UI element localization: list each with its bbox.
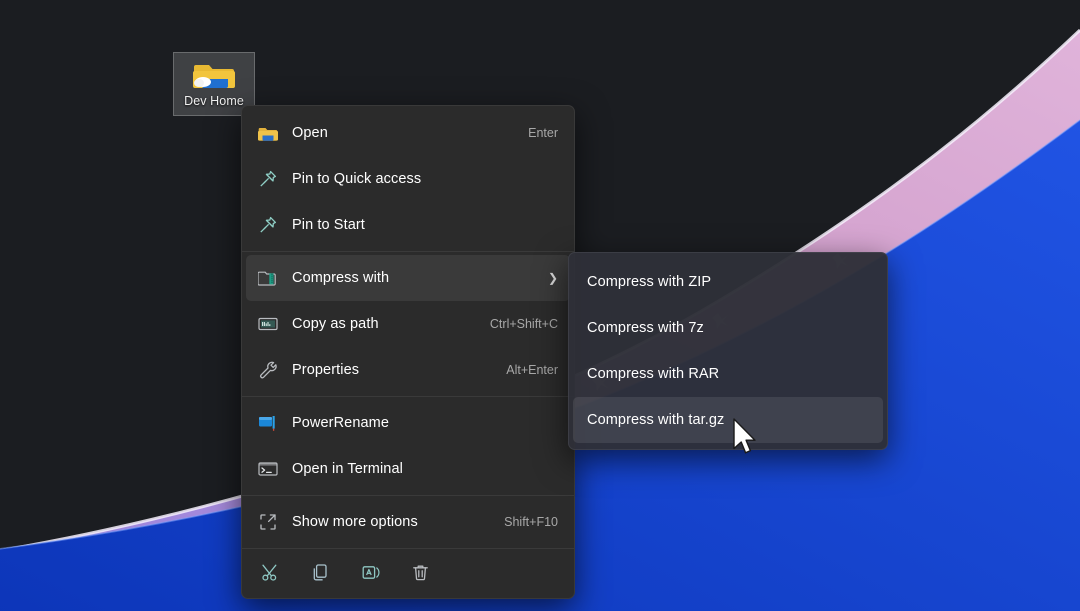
menu-separator [242, 548, 574, 549]
menu-item-label: Properties [292, 362, 494, 378]
scissors-icon [261, 563, 280, 587]
chevron-right-icon: ❯ [548, 271, 558, 285]
delete-button[interactable] [400, 558, 440, 592]
menu-separator [242, 396, 574, 397]
folder-icon [254, 119, 282, 147]
menu-item-open[interactable]: Open Enter [246, 110, 570, 156]
menu-item-label: Show more options [292, 514, 492, 530]
submenu-item-compress-with-targz[interactable]: Compress with tar.gz [573, 397, 883, 443]
rename-button[interactable] [350, 558, 390, 592]
folder-icon [192, 57, 236, 93]
menu-item-compress-with[interactable]: Compress with ❯ [246, 255, 570, 301]
context-menu[interactable]: Open Enter Pin to Quick access Pin to St… [241, 105, 575, 599]
menu-item-label: PowerRename [292, 415, 546, 431]
submenu-item-label: Compress with 7z [587, 320, 704, 336]
pin-icon [254, 165, 282, 193]
menu-item-label: Compress with [292, 270, 538, 286]
submenu-item-compress-with-zip[interactable]: Compress with ZIP [573, 259, 883, 305]
menu-item-pin-to-quick-access[interactable]: Pin to Quick access [246, 156, 570, 202]
copy-path-icon [254, 310, 282, 338]
menu-item-accelerator: Shift+F10 [504, 515, 558, 529]
compress-with-submenu[interactable]: Compress with ZIP Compress with 7z Compr… [568, 252, 888, 450]
copy-icon [311, 563, 330, 587]
rename-icon [361, 563, 380, 587]
archive-icon [254, 264, 282, 292]
cut-button[interactable] [250, 558, 290, 592]
submenu-item-label: Compress with ZIP [587, 274, 711, 290]
desktop-icon-label: Dev Home [184, 94, 244, 108]
submenu-item-label: Compress with RAR [587, 366, 719, 382]
menu-item-label: Open in Terminal [292, 461, 546, 477]
terminal-icon [254, 455, 282, 483]
menu-item-accelerator: Alt+Enter [506, 363, 558, 377]
menu-item-show-more-options[interactable]: Show more options Shift+F10 [246, 499, 570, 545]
powerrename-icon [254, 409, 282, 437]
context-menu-command-bar[interactable] [242, 552, 574, 598]
menu-item-properties[interactable]: Properties Alt+Enter [246, 347, 570, 393]
menu-separator [242, 251, 574, 252]
menu-item-label: Pin to Start [292, 217, 546, 233]
menu-item-accelerator: Ctrl+Shift+C [490, 317, 558, 331]
more-options-icon [254, 508, 282, 536]
pin-icon [254, 211, 282, 239]
copy-button[interactable] [300, 558, 340, 592]
menu-item-copy-as-path[interactable]: Copy as path Ctrl+Shift+C [246, 301, 570, 347]
menu-item-pin-to-start[interactable]: Pin to Start [246, 202, 570, 248]
menu-item-accelerator: Enter [528, 126, 558, 140]
menu-item-open-in-terminal[interactable]: Open in Terminal [246, 446, 570, 492]
menu-separator [242, 495, 574, 496]
menu-item-label: Pin to Quick access [292, 171, 546, 187]
menu-item-powerrename[interactable]: PowerRename [246, 400, 570, 446]
submenu-item-compress-with-rar[interactable]: Compress with RAR [573, 351, 883, 397]
menu-item-label: Copy as path [292, 316, 478, 332]
menu-item-label: Open [292, 125, 516, 141]
submenu-item-label: Compress with tar.gz [587, 412, 724, 428]
trash-icon [411, 563, 430, 587]
submenu-item-compress-with-7z[interactable]: Compress with 7z [573, 305, 883, 351]
wrench-icon [254, 356, 282, 384]
